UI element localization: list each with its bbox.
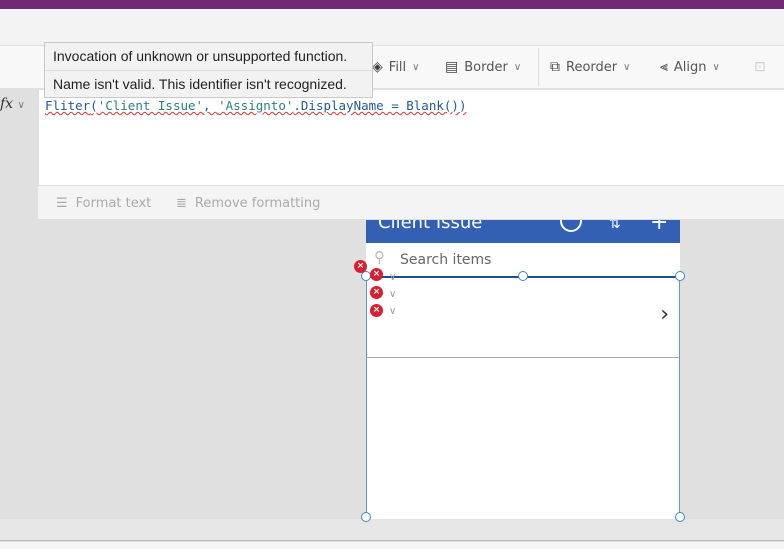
app-top-bar <box>0 0 784 9</box>
chevron-down-icon: ∨ <box>513 61 522 73</box>
chevron-down-icon: ∨ <box>17 100 25 111</box>
resize-handle[interactable] <box>518 271 528 281</box>
group-icon: ⊡ <box>754 59 766 75</box>
add-icon[interactable]: + <box>650 220 668 235</box>
error-icon[interactable]: × <box>354 260 367 273</box>
ribbon <box>0 9 784 45</box>
sort-icon[interactable]: ⇅ <box>609 220 621 232</box>
format-text-icon: ☰ <box>56 196 68 211</box>
resize-handle[interactable] <box>361 512 371 522</box>
error-icon[interactable]: × <box>370 304 383 317</box>
border-icon: ▤ <box>445 59 459 75</box>
fill-button[interactable]: ◈ Fill ∨ <box>372 59 419 75</box>
chevron-down-icon: ∨ <box>712 61 720 73</box>
search-icon: ⚲ <box>374 248 385 266</box>
formula-input[interactable]: Fliter('Client Issue', 'Assignto'.Displa… <box>38 90 784 185</box>
refresh-icon[interactable] <box>560 220 582 232</box>
chevron-right-icon[interactable]: › <box>660 302 669 327</box>
screen-title: Client Issue <box>378 220 483 233</box>
fill-icon: ◈ <box>372 59 383 75</box>
align-button[interactable]: ⫷ Align ∨ <box>660 59 720 75</box>
chevron-down-icon: ∨ <box>623 61 631 73</box>
fx-dropdown[interactable]: fx ∨ <box>0 96 38 116</box>
error-icon[interactable]: × <box>370 268 383 281</box>
border-button[interactable]: ▤ Border ∨ <box>445 59 521 75</box>
tooltip-message: Invocation of unknown or unsupported fun… <box>53 48 348 64</box>
search-input[interactable]: Search items <box>400 252 491 268</box>
screen-header: Client Issue ⇅ + <box>366 220 680 243</box>
group-button[interactable]: ⊡ <box>754 59 766 75</box>
divider <box>538 48 539 86</box>
format-text-button[interactable]: ☰ Format text <box>56 196 151 211</box>
chevron-down-icon: ∨ <box>389 306 397 317</box>
formula-format-bar: ☰ Format text ≣ Remove formatting <box>38 185 784 220</box>
resize-handle[interactable] <box>675 512 685 522</box>
remove-formatting-button[interactable]: ≣ Remove formatting <box>176 196 320 211</box>
error-icon[interactable]: × <box>370 286 383 299</box>
resize-handle[interactable] <box>675 271 685 281</box>
chevron-down-icon: ∨ <box>389 289 397 300</box>
canvas-footer <box>0 519 784 541</box>
chevron-down-icon: ∨ <box>389 272 397 283</box>
tooltip-message: Name isn't valid. This identifier isn't … <box>45 70 372 97</box>
error-tooltip: Invocation of unknown or unsupported fun… <box>44 42 373 98</box>
reorder-button[interactable]: ⧉ Reorder ∨ <box>550 59 630 75</box>
chevron-down-icon: ∨ <box>412 61 420 73</box>
status-bar <box>0 542 784 549</box>
gallery[interactable]: › ∨ ∨ ∨ <box>366 272 680 358</box>
reorder-icon: ⧉ <box>550 59 560 75</box>
align-icon: ⫷ <box>660 59 668 75</box>
remove-formatting-icon: ≣ <box>176 196 187 211</box>
selection-border <box>366 358 680 519</box>
